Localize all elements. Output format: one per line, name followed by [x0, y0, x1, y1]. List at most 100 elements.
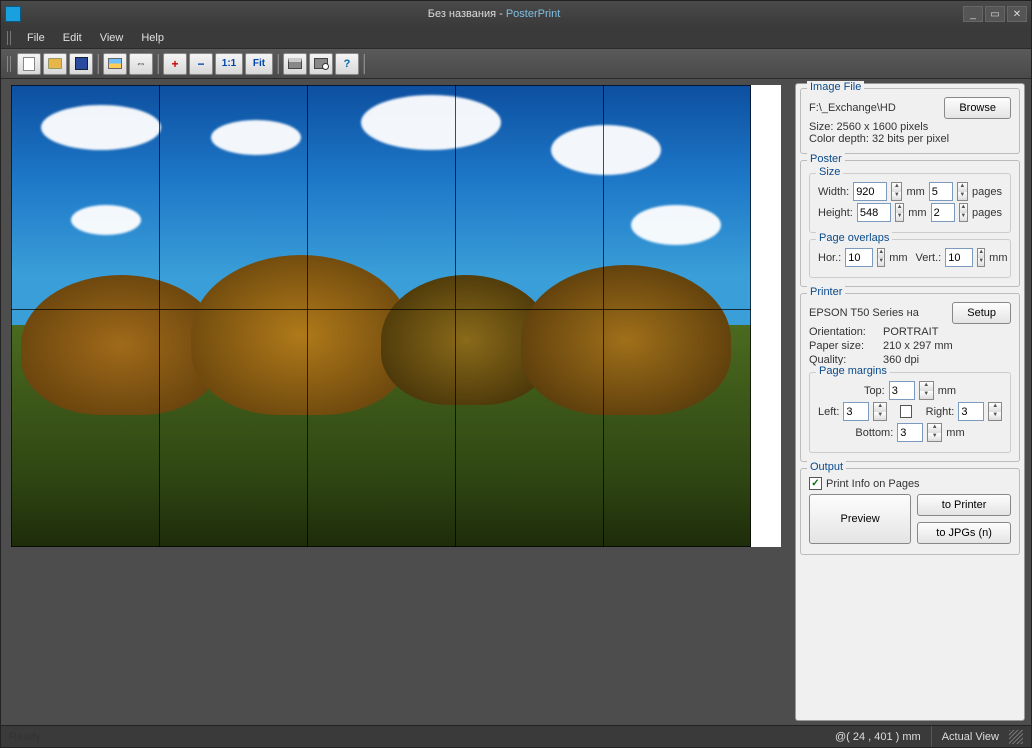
resize-grip-icon[interactable] [1009, 730, 1023, 744]
minimize-button[interactable]: _ [963, 6, 983, 22]
print-button[interactable] [283, 53, 307, 75]
printer-icon [288, 58, 302, 69]
top-margin-label: Top: [864, 385, 885, 397]
height-pages-spinner[interactable]: ▲▼ [959, 203, 968, 222]
width-pages-spinner[interactable]: ▲▼ [957, 182, 968, 201]
menu-help[interactable]: Help [133, 30, 172, 46]
top-margin-input[interactable] [889, 381, 915, 400]
print-preview-button[interactable] [309, 53, 333, 75]
page-margins-group: Page margins Top: ▲▼ mm Left: ▲▼ Right: [809, 372, 1011, 453]
left-margin-spinner[interactable]: ▲▼ [873, 402, 887, 421]
margin-lock-checkbox[interactable] [900, 405, 912, 418]
mm-label: mm [938, 385, 956, 397]
menu-grip-icon [7, 31, 13, 45]
left-margin-label: Left: [818, 406, 839, 418]
print-info-label: Print Info on Pages [826, 478, 920, 490]
mm-label: mm [946, 427, 964, 439]
image-icon [108, 58, 122, 69]
zoom-actual-button[interactable]: 1:1 [215, 53, 243, 75]
output-group: Output ✓ Print Info on Pages Preview to … [800, 468, 1020, 555]
bottom-margin-input[interactable] [897, 423, 923, 442]
image-file-group: Image File F:\_Exchange\HD Browse Size: … [800, 88, 1020, 154]
to-printer-button[interactable]: to Printer [917, 494, 1011, 516]
new-button[interactable] [17, 53, 41, 75]
image-button[interactable] [103, 53, 127, 75]
image-path: F:\_Exchange\HD [809, 102, 940, 114]
mm-label: mm [889, 252, 907, 264]
output-legend: Output [807, 461, 846, 473]
mm-label: mm [906, 186, 924, 198]
printer-setup-button[interactable]: Setup [952, 302, 1011, 324]
title-bar: Без названия - PosterPrint _ ▭ ✕ [1, 1, 1031, 27]
width-label: Width: [818, 186, 849, 198]
bottom-margin-label: Bottom: [855, 427, 893, 439]
browse-button[interactable]: Browse [944, 97, 1011, 119]
status-bar: Ready @( 24 , 401 ) mm Actual View [1, 725, 1031, 747]
hor-overlap-input[interactable] [845, 248, 873, 267]
to-jpgs-button[interactable]: to JPGs (n) [917, 522, 1011, 544]
hor-label: Hor.: [818, 252, 841, 264]
left-margin-input[interactable] [843, 402, 869, 421]
arrows-horizontal-icon: ⇔ [136, 58, 147, 70]
image-size-label: Size: 2560 x 1600 pixels [809, 121, 1011, 133]
paper-value: 210 x 297 mm [883, 340, 953, 352]
vert-overlap-input[interactable] [945, 248, 973, 267]
mm-label: mm [908, 207, 926, 219]
folder-open-icon [48, 58, 62, 69]
menu-file[interactable]: File [19, 30, 53, 46]
width-mm-spinner[interactable]: ▲▼ [891, 182, 902, 201]
paper-label: Paper size: [809, 340, 879, 352]
top-margin-spinner[interactable]: ▲▼ [919, 381, 934, 400]
new-file-icon [23, 57, 35, 71]
save-button[interactable] [69, 53, 93, 75]
image-depth-label: Color depth: 32 bits per pixel [809, 133, 1011, 145]
status-coords: @( 24 , 401 ) mm [825, 726, 932, 747]
status-ready: Ready [9, 731, 41, 743]
zoom-fit-button[interactable]: Fit [245, 53, 273, 75]
window-title: Без названия - PosterPrint [25, 8, 963, 20]
close-button[interactable]: ✕ [1007, 6, 1027, 22]
right-margin-spinner[interactable]: ▲▼ [988, 402, 1002, 421]
vert-overlap-spinner[interactable]: ▲▼ [977, 248, 985, 267]
preview-button[interactable]: Preview [809, 494, 911, 544]
document-title: Без названия [428, 8, 496, 20]
help-button[interactable]: ? [335, 53, 359, 75]
mm-label: mm [989, 252, 1007, 264]
height-mm-input[interactable] [857, 203, 891, 222]
toolbar-separator [363, 54, 365, 74]
orientation-value: PORTRAIT [883, 326, 938, 338]
toolbar: ⇔ + − 1:1 Fit ? [1, 49, 1031, 79]
print-info-checkbox[interactable]: ✓ [809, 477, 822, 490]
height-pages-input[interactable] [931, 203, 955, 222]
fit-width-button[interactable]: ⇔ [129, 53, 153, 75]
height-mm-spinner[interactable]: ▲▼ [895, 203, 904, 222]
menu-bar: File Edit View Help [1, 27, 1031, 49]
app-icon [5, 6, 21, 22]
poster-image [11, 85, 751, 547]
maximize-button[interactable]: ▭ [985, 6, 1005, 22]
bottom-margin-spinner[interactable]: ▲▼ [927, 423, 942, 442]
height-label: Height: [818, 207, 853, 219]
workspace: Image File F:\_Exchange\HD Browse Size: … [1, 79, 1031, 725]
printer-name: EPSON T50 Series на [809, 307, 948, 319]
zoom-out-button[interactable]: − [189, 53, 213, 75]
zoom-in-button[interactable]: + [163, 53, 187, 75]
width-mm-input[interactable] [853, 182, 887, 201]
pages-label: pages [972, 186, 1002, 198]
page-overlaps-group: Page overlaps Hor.: ▲▼ mm Vert.: ▲▼ mm [809, 239, 1011, 278]
right-margin-input[interactable] [958, 402, 984, 421]
properties-panel: Image File F:\_Exchange\HD Browse Size: … [795, 83, 1025, 721]
right-margin-label: Right: [926, 406, 955, 418]
printer-legend: Printer [807, 286, 845, 298]
canvas-area [1, 79, 795, 725]
status-view-mode: Actual View [932, 726, 1009, 747]
menu-edit[interactable]: Edit [55, 30, 90, 46]
open-button[interactable] [43, 53, 67, 75]
printer-group: Printer EPSON T50 Series на Setup Orient… [800, 293, 1020, 462]
canvas[interactable] [11, 85, 781, 547]
width-pages-input[interactable] [929, 182, 953, 201]
poster-size-group: Size Width: ▲▼ mm ▲▼ pages Height: ▲▼ mm [809, 173, 1011, 233]
menu-view[interactable]: View [92, 30, 132, 46]
hor-overlap-spinner[interactable]: ▲▼ [877, 248, 885, 267]
app-name: PosterPrint [506, 8, 560, 20]
